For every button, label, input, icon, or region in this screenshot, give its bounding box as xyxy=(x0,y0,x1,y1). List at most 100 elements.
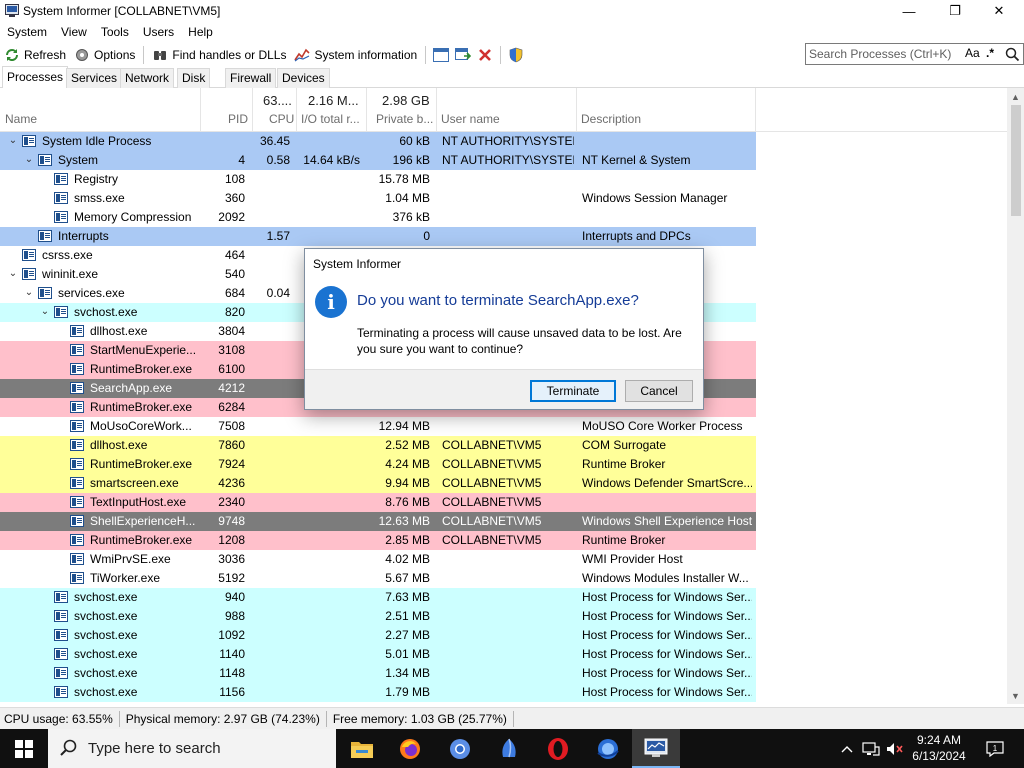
firefox-icon[interactable] xyxy=(386,729,434,768)
column-user-name[interactable]: User name xyxy=(441,112,500,126)
process-name: RuntimeBroker.exe xyxy=(90,457,193,471)
column-name[interactable]: Name xyxy=(5,112,37,126)
vertical-scrollbar[interactable]: ▲ ▼ xyxy=(1007,88,1024,704)
process-row[interactable]: svchost.exe 1148 1.34 MB Host Process for W… xyxy=(0,664,756,683)
tab-disk[interactable]: Disk xyxy=(177,68,211,88)
menu-users[interactable]: Users xyxy=(136,23,181,43)
expand-toggle-icon[interactable]: ⌄ xyxy=(8,268,18,280)
maximize-button[interactable]: ❐ xyxy=(932,0,978,22)
process-row[interactable]: dllhost.exe 7860 2.52 MB COLLABNET\VM5 COM S… xyxy=(0,436,756,455)
process-row[interactable]: RuntimeBroker.exe 1208 2.85 MB COLLABNET\VM… xyxy=(0,531,756,550)
notification-center-icon[interactable]: 1 xyxy=(982,729,1008,768)
system-informer-taskbar-icon[interactable] xyxy=(632,729,680,768)
terminate-icon[interactable] xyxy=(474,44,496,66)
window-icon[interactable] xyxy=(430,44,452,66)
app-globe-icon[interactable] xyxy=(584,729,632,768)
start-button[interactable] xyxy=(0,729,48,768)
refresh-button[interactable]: Refresh xyxy=(0,44,70,66)
process-row[interactable]: svchost.exe 1156 1.79 MB Host Process for W… xyxy=(0,683,756,702)
menu-view[interactable]: View xyxy=(54,23,94,43)
network-icon[interactable] xyxy=(860,729,882,768)
expand-toggle-icon[interactable]: ⌄ xyxy=(24,154,34,166)
terminate-button[interactable]: Terminate xyxy=(530,380,616,402)
process-row[interactable]: WmiPrvSE.exe 3036 4.02 MB WMI Provider Host xyxy=(0,550,756,569)
process-row[interactable]: ⌄ System 4 0.58 14.64 kB/s 196 kB NT AUTHORITY… xyxy=(0,151,756,170)
process-user: NT AUTHORITY\SYSTEM xyxy=(442,153,574,167)
clock[interactable]: 9:24 AM 6/13/2024 xyxy=(906,732,972,764)
expand-toggle-icon[interactable]: ⌄ xyxy=(24,287,34,299)
chromium-icon[interactable] xyxy=(436,729,484,768)
process-name: svchost.exe xyxy=(74,590,138,604)
cancel-button[interactable]: Cancel xyxy=(625,380,693,402)
expand-toggle-icon[interactable]: ⌄ xyxy=(8,135,18,147)
process-row[interactable]: smss.exe 360 1.04 MB Windows Session Manage… xyxy=(0,189,756,208)
column-io-total[interactable]: I/O total r... xyxy=(301,112,360,126)
column-divider xyxy=(296,88,297,132)
regex-toggle[interactable]: .* xyxy=(986,46,994,60)
tab-network[interactable]: Network xyxy=(120,68,175,88)
system-information-button[interactable]: System information xyxy=(290,44,421,66)
process-user: COLLABNET\VM5 xyxy=(442,495,542,509)
process-private-bytes: 60 kB xyxy=(399,134,430,148)
scroll-up-icon[interactable]: ▲ xyxy=(1007,88,1024,105)
process-row[interactable]: svchost.exe 988 2.51 MB Host Process for Wi… xyxy=(0,607,756,626)
find-handles-button[interactable]: Find handles or DLLs xyxy=(148,44,290,66)
column-description[interactable]: Description xyxy=(581,112,641,126)
process-description: Windows Session Manager xyxy=(582,191,728,205)
process-row[interactable]: MoUsoCoreWork... 7508 12.94 MB MoUSO Core W… xyxy=(0,417,756,436)
shield-icon[interactable] xyxy=(505,44,527,66)
scroll-thumb[interactable] xyxy=(1011,105,1021,216)
process-row[interactable]: ⌄ System Idle Process 36.45 60 kB NT AUTHORI… xyxy=(0,132,756,151)
search-icon[interactable] xyxy=(1005,47,1020,62)
process-row[interactable]: svchost.exe 940 7.63 MB Host Process for Wi… xyxy=(0,588,756,607)
minimize-button[interactable]: — xyxy=(886,0,932,22)
process-private-bytes: 196 kB xyxy=(392,153,430,167)
process-icon xyxy=(70,401,84,413)
process-name: TextInputHost.exe xyxy=(90,495,187,509)
process-pid: 2340 xyxy=(218,495,245,509)
options-button[interactable]: Options xyxy=(70,44,139,66)
column-private-bytes[interactable]: Private b... xyxy=(376,112,433,126)
column-pid[interactable]: PID xyxy=(228,112,248,126)
taskbar-search-box[interactable]: Type here to search xyxy=(48,729,336,768)
menu-tools[interactable]: Tools xyxy=(94,23,136,43)
scroll-down-icon[interactable]: ▼ xyxy=(1007,687,1024,704)
process-row[interactable]: TextInputHost.exe 2340 8.76 MB COLLABNET\VM… xyxy=(0,493,756,512)
process-row[interactable]: TiWorker.exe 5192 5.67 MB Windows Modules I… xyxy=(0,569,756,588)
process-pid: 5192 xyxy=(218,571,245,585)
process-row[interactable]: Interrupts 1.57 0 Interrupts and DPCs xyxy=(0,227,756,246)
process-row[interactable]: ShellExperienceH... 9748 12.63 MB COLLABNET… xyxy=(0,512,756,531)
process-description: Interrupts and DPCs xyxy=(582,229,691,243)
process-row[interactable]: svchost.exe 1092 2.27 MB Host Process for W… xyxy=(0,626,756,645)
process-description: Host Process for Windows Ser... xyxy=(582,647,752,661)
tab-devices[interactable]: Devices xyxy=(277,68,330,88)
tab-processes[interactable]: Processes xyxy=(2,66,69,89)
process-row[interactable]: RuntimeBroker.exe 7924 4.24 MB COLLABNET\VM… xyxy=(0,455,756,474)
app-blue-icon[interactable] xyxy=(485,729,533,768)
expand-toggle-icon[interactable]: ⌄ xyxy=(40,306,50,318)
close-button[interactable]: ✕ xyxy=(976,0,1022,22)
process-row[interactable]: svchost.exe 1140 5.01 MB Host Process for W… xyxy=(0,645,756,664)
match-case-toggle[interactable]: Aa xyxy=(965,46,980,60)
tray-overflow-chevron-icon[interactable] xyxy=(838,729,856,768)
opera-icon[interactable] xyxy=(534,729,582,768)
process-name: svchost.exe xyxy=(74,609,138,623)
column-cpu[interactable]: CPU xyxy=(269,112,294,126)
menu-help[interactable]: Help xyxy=(181,23,220,43)
refresh-label: Refresh xyxy=(24,47,67,62)
column-header-row: Name PID 63.... CPU 2.16 M... I/O total … xyxy=(0,88,1007,132)
find-window-icon[interactable] xyxy=(452,44,474,66)
tab-firewall[interactable]: Firewall xyxy=(225,68,277,88)
tab-services[interactable]: Services xyxy=(66,68,123,88)
process-pid: 540 xyxy=(224,267,245,281)
process-row[interactable]: Registry 108 15.78 MB xyxy=(0,170,756,189)
options-label: Options xyxy=(94,47,136,62)
search-input[interactable] xyxy=(809,46,964,62)
process-pid: 7508 xyxy=(218,419,245,433)
file-explorer-icon[interactable] xyxy=(338,729,386,768)
process-row[interactable]: Memory Compression 2092 376 kB xyxy=(0,208,756,227)
process-name: wininit.exe xyxy=(42,267,99,281)
menu-system[interactable]: System xyxy=(0,23,54,43)
process-row[interactable]: smartscreen.exe 4236 9.94 MB COLLABNET\VM5 W… xyxy=(0,474,756,493)
volume-muted-icon[interactable] xyxy=(884,729,904,768)
